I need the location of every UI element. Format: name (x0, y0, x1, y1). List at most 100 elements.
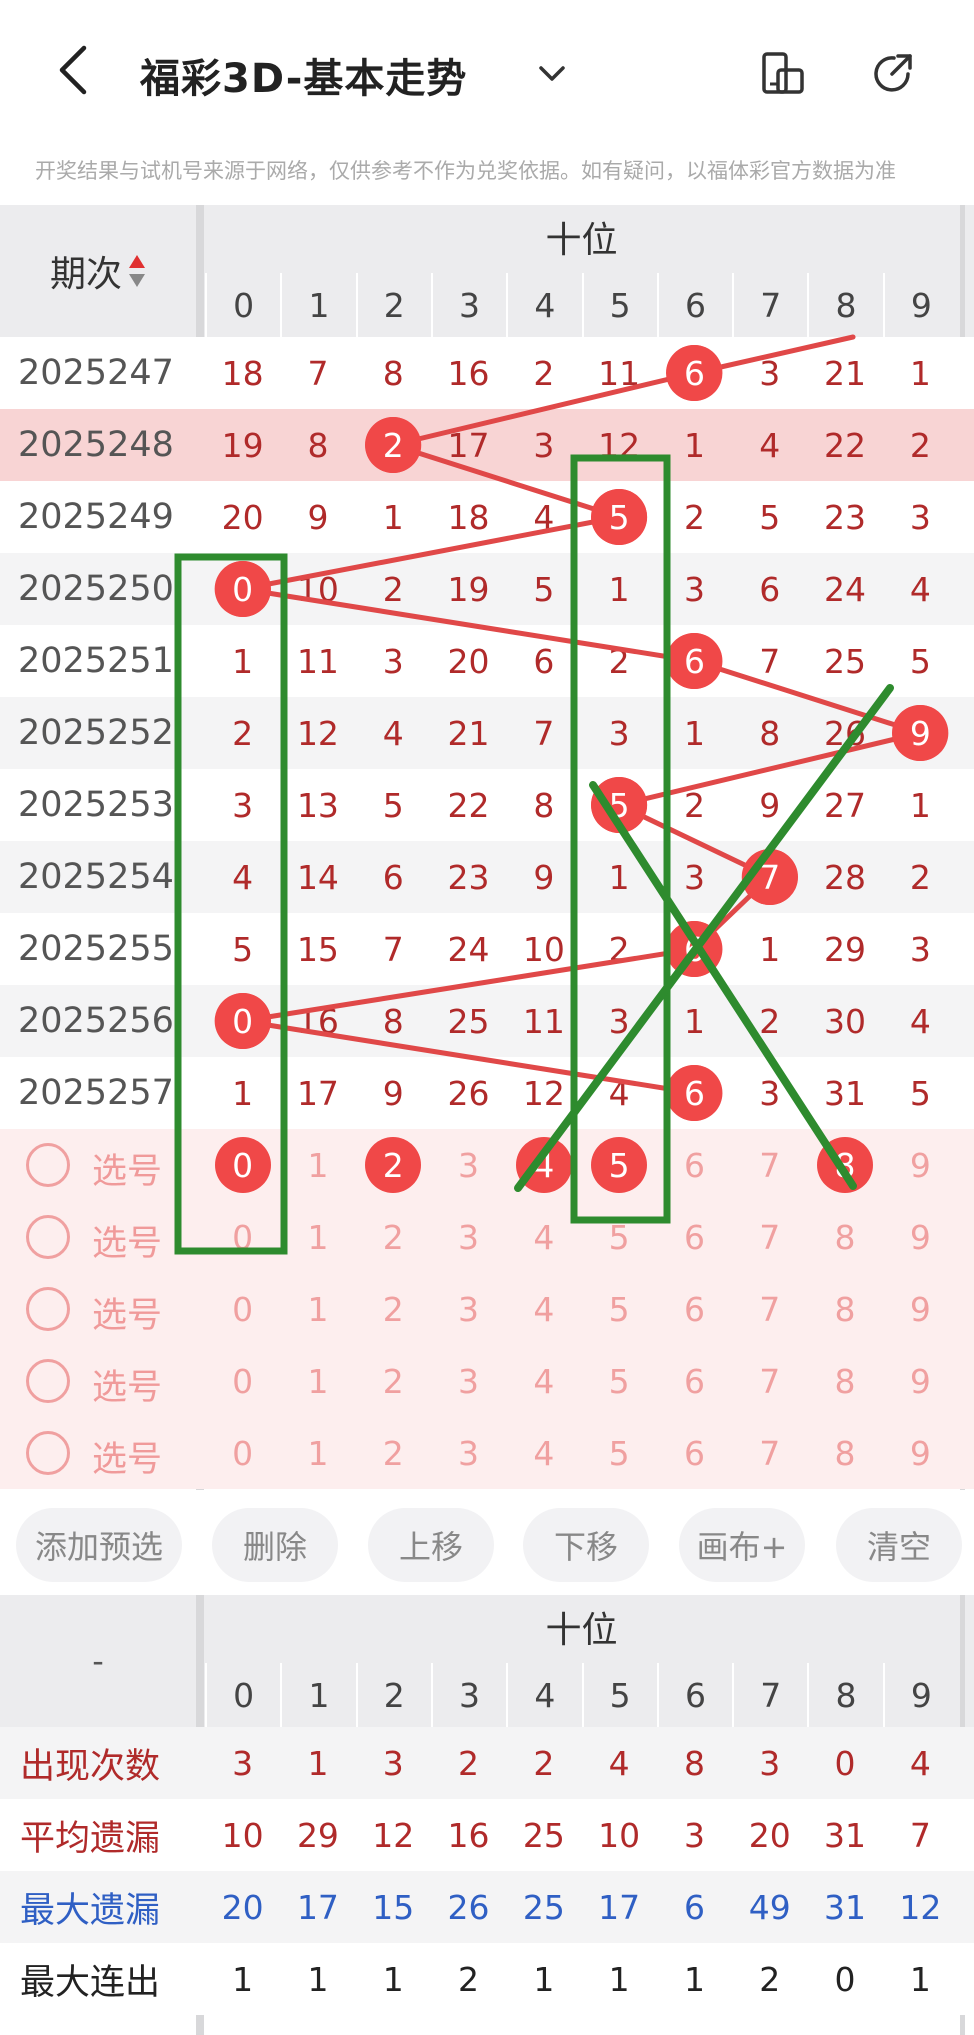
period-cell: 2025253 (18, 785, 174, 825)
clear-button[interactable]: 清空 (836, 1508, 962, 1582)
select-digit[interactable]: 8 (807, 1273, 882, 1345)
stats-value: 12 (899, 1887, 942, 1927)
select-digit[interactable]: 9 (883, 1273, 958, 1345)
select-label[interactable]: 选号 (92, 1215, 162, 1266)
select-digit[interactable]: 7 (732, 1345, 807, 1417)
select-digit[interactable]: 8 (807, 1345, 882, 1417)
select-digit[interactable]: 0 (205, 1417, 280, 1489)
period-cell: 2025247 (18, 353, 174, 393)
select-digit[interactable]: 3 (431, 1273, 506, 1345)
select-digit[interactable]: 9 (883, 1417, 958, 1489)
miss-count: 13 (296, 785, 339, 825)
select-digit[interactable]: 1 (280, 1273, 355, 1345)
select-digit[interactable]: 7 (732, 1201, 807, 1273)
stats-value: 4 (608, 1743, 630, 1783)
add-preselect-button[interactable]: 添加预选 (16, 1508, 182, 1582)
sort-icon[interactable] (128, 253, 146, 289)
stats-value: 3 (759, 1743, 781, 1783)
select-label[interactable]: 选号 (92, 1143, 162, 1194)
period-cell: 2025251 (18, 641, 174, 681)
select-digit[interactable]: 6 (657, 1201, 732, 1273)
select-digit[interactable]: 7 (732, 1417, 807, 1489)
selected-digit-ball[interactable]: 2 (365, 1137, 422, 1193)
select-digit[interactable]: 2 (356, 1273, 431, 1345)
miss-count: 3 (608, 713, 630, 753)
select-digit[interactable]: 3 (431, 1417, 506, 1489)
select-label[interactable]: 选号 (92, 1287, 162, 1338)
miss-count: 2 (759, 1001, 781, 1041)
select-radio[interactable] (26, 1359, 70, 1403)
select-radio[interactable] (26, 1431, 70, 1475)
select-digit[interactable]: 0 (205, 1345, 280, 1417)
miss-count: 2 (382, 569, 404, 609)
select-digit[interactable]: 1 (280, 1201, 355, 1273)
stats-value: 4 (909, 1743, 931, 1783)
selected-digit-ball[interactable]: 8 (817, 1137, 874, 1193)
select-digit[interactable]: 4 (506, 1345, 581, 1417)
miss-count: 2 (608, 929, 630, 969)
canvas-plus-button[interactable]: 画布+ (679, 1508, 805, 1582)
delete-button[interactable]: 删除 (212, 1508, 338, 1582)
stats-value: 0 (834, 1743, 856, 1783)
selected-digit-ball[interactable]: 5 (591, 1137, 648, 1193)
orientation-icon[interactable] (758, 48, 808, 98)
select-digit[interactable]: 5 (582, 1201, 657, 1273)
select-digit[interactable]: 1 (280, 1129, 355, 1201)
select-digit[interactable]: 5 (582, 1273, 657, 1345)
hit-ball[interactable]: 0 (214, 993, 271, 1049)
select-digit[interactable]: 6 (657, 1417, 732, 1489)
select-digit[interactable]: 9 (883, 1345, 958, 1417)
share-icon[interactable] (868, 48, 918, 98)
select-digit[interactable]: 6 (657, 1345, 732, 1417)
hit-ball[interactable]: 9 (892, 705, 949, 761)
select-digit[interactable]: 2 (356, 1345, 431, 1417)
select-digit[interactable]: 8 (807, 1201, 882, 1273)
select-digit[interactable]: 6 (657, 1273, 732, 1345)
select-digit[interactable]: 5 (582, 1345, 657, 1417)
select-digit[interactable]: 8 (807, 1417, 882, 1489)
miss-count: 11 (522, 1001, 565, 1041)
select-digit[interactable]: 6 (657, 1129, 732, 1201)
stats-value: 10 (598, 1815, 641, 1855)
miss-count: 1 (382, 497, 404, 537)
select-digit[interactable]: 2 (356, 1417, 431, 1489)
select-digit[interactable]: 7 (732, 1129, 807, 1201)
select-digit[interactable]: 4 (506, 1201, 581, 1273)
period-header[interactable]: 期次 (0, 205, 196, 337)
select-digit[interactable]: 3 (431, 1201, 506, 1273)
stats-label: 最大遗漏 (20, 1890, 161, 1931)
stats-digit-header-3: 3 (430, 1663, 506, 1727)
selected-digit-ball[interactable]: 0 (214, 1137, 271, 1193)
select-radio[interactable] (26, 1287, 70, 1331)
move-up-button[interactable]: 上移 (368, 1508, 494, 1582)
hit-ball[interactable]: 5 (591, 489, 648, 545)
stats-value: 49 (748, 1887, 791, 1927)
hit-ball[interactable]: 7 (741, 849, 798, 905)
hit-ball[interactable]: 2 (365, 417, 422, 473)
back-arrow-icon[interactable] (50, 40, 100, 100)
select-digit[interactable]: 1 (280, 1345, 355, 1417)
select-digit[interactable]: 9 (883, 1201, 958, 1273)
select-digit[interactable]: 0 (205, 1273, 280, 1345)
select-digit[interactable]: 3 (431, 1345, 506, 1417)
chevron-down-icon[interactable] (535, 56, 569, 90)
hit-ball[interactable]: 0 (214, 561, 271, 617)
select-digit[interactable]: 4 (506, 1273, 581, 1345)
move-down-button[interactable]: 下移 (523, 1508, 649, 1582)
select-digit[interactable]: 7 (732, 1273, 807, 1345)
period-cell: 2025250 (18, 569, 174, 609)
select-digit[interactable]: 0 (205, 1201, 280, 1273)
select-digit[interactable]: 3 (431, 1129, 506, 1201)
select-digit[interactable]: 2 (356, 1201, 431, 1273)
select-digit[interactable]: 5 (582, 1417, 657, 1489)
select-digit[interactable]: 1 (280, 1417, 355, 1489)
select-label[interactable]: 选号 (92, 1431, 162, 1482)
hit-ball[interactable]: 5 (591, 777, 648, 833)
select-digit[interactable]: 9 (883, 1129, 958, 1201)
select-label[interactable]: 选号 (92, 1359, 162, 1410)
select-radio[interactable] (26, 1143, 70, 1187)
select-radio[interactable] (26, 1215, 70, 1259)
selected-digit-ball[interactable]: 4 (515, 1137, 572, 1193)
period-cell: 2025257 (18, 1073, 174, 1113)
select-digit[interactable]: 4 (506, 1417, 581, 1489)
